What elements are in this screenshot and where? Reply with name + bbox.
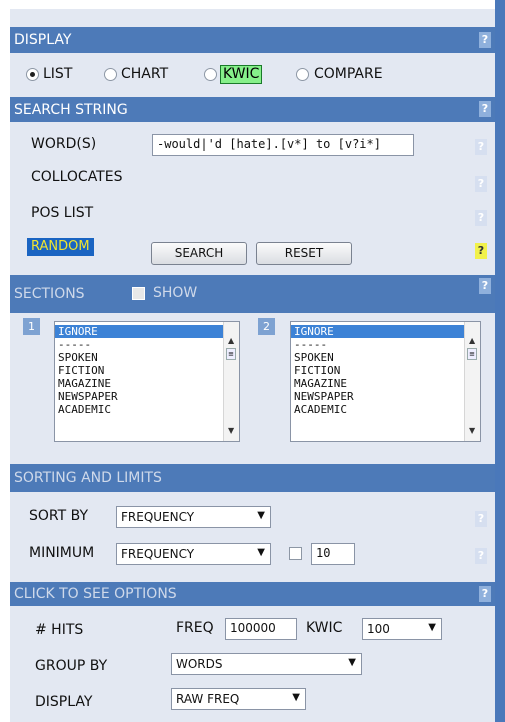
display-title: DISPLAY [14, 32, 72, 48]
display-help-icon[interactable]: ? [479, 32, 491, 48]
list-item[interactable]: NEWSPAPER [55, 390, 239, 403]
sections-show-checkbox[interactable] [132, 287, 145, 300]
chevron-down-icon: ▼ [292, 692, 300, 703]
sort-by-value: FREQUENCY [121, 510, 195, 524]
section-1-scrollbar[interactable]: ▲ ≡ ▼ [223, 322, 239, 441]
list-item[interactable]: MAGAZINE [55, 377, 239, 390]
scroll-down-icon[interactable]: ▼ [228, 426, 234, 435]
minimum-select[interactable]: FREQUENCY ▼ [116, 543, 271, 565]
hits-label: # HITS [35, 622, 84, 638]
search-string-help-icon[interactable]: ? [479, 101, 491, 117]
sorting-help-icon[interactable]: ? [475, 511, 487, 527]
freq-input[interactable]: 100000 [225, 618, 297, 640]
minimum-number-input[interactable]: 10 [311, 543, 355, 565]
chevron-down-icon: ▼ [348, 657, 356, 668]
scroll-thumb[interactable]: ≡ [467, 348, 477, 360]
reset-button[interactable]: RESET [256, 242, 352, 265]
list-item[interactable]: ACADEMIC [55, 403, 239, 416]
sort-by-label: SORT BY [29, 508, 89, 524]
radio-chart-label: CHART [121, 66, 169, 82]
radio-kwic[interactable] [204, 68, 217, 81]
list-item[interactable]: IGNORE [55, 325, 239, 338]
kwic-hits-label: KWIC [306, 620, 343, 636]
words-help-icon[interactable]: ? [475, 139, 487, 155]
sorting-header: SORTING AND LIMITS [10, 464, 495, 492]
group-by-value: WORDS [176, 657, 223, 671]
minimum-label: MINIMUM [29, 545, 95, 561]
group-by-select[interactable]: WORDS ▼ [171, 653, 362, 675]
group-by-label: GROUP BY [35, 658, 108, 674]
display-header: DISPLAY ? [10, 27, 495, 53]
list-item[interactable]: FICTION [55, 364, 239, 377]
scroll-up-icon[interactable]: ▲ [228, 336, 234, 345]
pos-list-help-icon[interactable]: ? [475, 210, 487, 226]
options-header[interactable]: CLICK TO SEE OPTIONS ? [10, 582, 495, 606]
list-item[interactable]: SPOKEN [55, 351, 239, 364]
scroll-up-icon[interactable]: ▲ [469, 336, 475, 345]
freq-label: FREQ [176, 620, 214, 636]
display-option-label: DISPLAY [35, 694, 93, 710]
scroll-down-icon[interactable]: ▼ [469, 426, 475, 435]
kwic-hits-select[interactable]: 100 ▼ [362, 618, 442, 640]
list-item[interactable]: ACADEMIC [291, 403, 480, 416]
radio-compare[interactable] [296, 68, 309, 81]
options-help-icon[interactable]: ? [479, 586, 491, 602]
chevron-down-icon: ▼ [257, 510, 265, 521]
list-item[interactable]: SPOKEN [291, 351, 480, 364]
search-string-title: SEARCH STRING [14, 101, 128, 118]
radio-kwic-label: KWIC [220, 65, 263, 84]
options-title[interactable]: CLICK TO SEE OPTIONS [14, 586, 177, 602]
chevron-down-icon: ▼ [257, 547, 265, 558]
scroll-thumb[interactable]: ≡ [226, 348, 236, 360]
list-item[interactable]: ----- [291, 338, 480, 351]
list-item[interactable]: IGNORE [291, 325, 480, 338]
kwic-hits-value: 100 [367, 622, 390, 636]
words-label: WORD(S) [31, 136, 97, 152]
collocates-help-icon[interactable]: ? [475, 176, 487, 192]
list-item[interactable]: MAGAZINE [291, 377, 480, 390]
right-border-bar [495, 0, 505, 722]
radio-list-label: LIST [43, 66, 73, 82]
random-help-icon[interactable]: ? [475, 243, 487, 259]
random-button[interactable]: RANDOM [27, 238, 94, 256]
sections-title: SECTIONS [14, 286, 85, 302]
words-input[interactable]: -would|'d [hate].[v*] to [v?i*] [152, 134, 414, 156]
section-1-listbox[interactable]: IGNORE ----- SPOKEN FICTION MAGAZINE NEW… [54, 321, 240, 442]
display-select[interactable]: RAW FREQ ▼ [171, 688, 306, 710]
minimum-value: FREQUENCY [121, 547, 195, 561]
pos-list-label[interactable]: POS LIST [31, 205, 93, 221]
search-string-header: SEARCH STRING ? [10, 97, 495, 122]
section-1-number: 1 [23, 318, 40, 335]
display-value: RAW FREQ [176, 692, 240, 706]
sections-show-label: SHOW [153, 285, 198, 301]
radio-chart[interactable] [104, 68, 117, 81]
radio-list[interactable] [26, 68, 39, 81]
radio-compare-label: COMPARE [314, 66, 383, 82]
minimum-help-icon[interactable]: ? [475, 548, 487, 564]
section-2-listbox[interactable]: IGNORE ----- SPOKEN FICTION MAGAZINE NEW… [290, 321, 481, 442]
chevron-down-icon: ▼ [428, 622, 436, 633]
minimum-checkbox[interactable] [289, 547, 302, 560]
list-item[interactable]: ----- [55, 338, 239, 351]
sort-by-select[interactable]: FREQUENCY ▼ [116, 506, 271, 528]
collocates-label[interactable]: COLLOCATES [31, 169, 122, 185]
section-2-number: 2 [258, 318, 275, 335]
list-item[interactable]: NEWSPAPER [291, 390, 480, 403]
search-panel: DISPLAY ? LIST CHART KWIC COMPARE SEARCH… [0, 0, 505, 722]
top-margin [10, 0, 495, 9]
search-button[interactable]: SEARCH [151, 242, 247, 265]
list-item[interactable]: FICTION [291, 364, 480, 377]
sections-help-icon[interactable]: ? [479, 278, 491, 294]
section-2-scrollbar[interactable]: ▲ ≡ ▼ [464, 322, 480, 441]
left-margin [0, 0, 10, 722]
sections-header: SECTIONS SHOW ? [10, 275, 495, 313]
sorting-title: SORTING AND LIMITS [14, 470, 162, 486]
